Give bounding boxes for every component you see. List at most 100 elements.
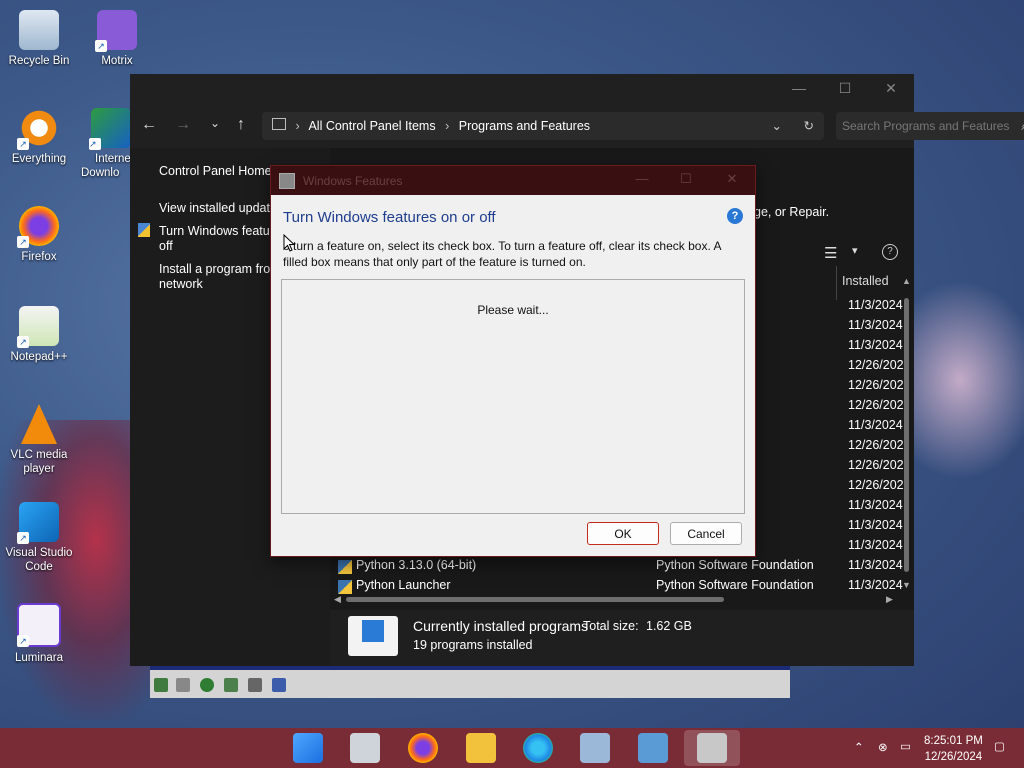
installed-on-column-header[interactable]: Installed <box>842 274 889 288</box>
total-size-value: 1.62 GB <box>646 619 692 633</box>
scroll-down-icon[interactable]: ▼ <box>902 580 911 590</box>
install-from-network-link[interactable]: Install a program fron <box>159 262 277 277</box>
desktop-icon-vscode[interactable]: ↗ Visual Studio Code <box>3 502 75 574</box>
view-dropdown-icon[interactable]: ▾ <box>852 244 858 257</box>
dialog-title: Windows Features <box>303 174 403 188</box>
table-row[interactable]: Python 3.13.0 (64-bit) Python Software Fo… <box>330 558 914 578</box>
desktop-icon-luminara[interactable]: ↗ Luminara <box>3 603 75 665</box>
close-button[interactable]: ✕ <box>876 80 906 97</box>
dialog-description: o turn a feature on, select its check bo… <box>283 239 721 269</box>
breadcrumb-programs-features[interactable]: Programs and Features <box>459 119 590 133</box>
toolbar-grid-icon[interactable] <box>176 678 190 692</box>
loading-text: Please wait... <box>477 303 549 317</box>
turn-windows-features-link-line2[interactable]: off <box>159 239 173 254</box>
vertical-scrollbar-thumb[interactable] <box>904 298 909 572</box>
help-icon[interactable]: ? <box>727 208 743 224</box>
firefox-icon: ↗ <box>17 206 59 248</box>
back-arrow-icon[interactable]: ← <box>138 116 160 134</box>
notifications-icon[interactable]: ▢ <box>994 739 1005 753</box>
network-icon[interactable]: ⊗ <box>878 740 888 754</box>
install-from-network-link-line2[interactable]: network <box>159 277 203 292</box>
minimize-button[interactable]: — <box>784 80 814 96</box>
desktop-icon-everything[interactable]: ↗ Everything <box>3 108 75 166</box>
ok-button[interactable]: OK <box>587 522 659 545</box>
control-panel-taskbar-icon[interactable] <box>580 733 610 763</box>
dialog-minimize-button[interactable]: — <box>627 171 657 186</box>
notepadpp-icon: ↗ <box>17 306 59 348</box>
dialog-titlebar: Windows Features — ☐ ✕ <box>271 166 755 195</box>
toolbar-globe-icon[interactable] <box>200 678 214 692</box>
show-hidden-icons-icon[interactable]: ⌃ <box>854 740 864 754</box>
window-titlebar: — ☐ ✕ <box>130 74 914 104</box>
shield-icon <box>138 223 150 237</box>
view-options-icon[interactable]: ☰ <box>824 244 837 262</box>
toolbar-display-icon[interactable] <box>248 678 262 692</box>
desktop-icon-label: Firefox <box>21 251 57 263</box>
status-title: Currently installed programs <box>413 618 589 634</box>
address-bar[interactable]: › All Control Panel Items › Programs and… <box>262 112 824 140</box>
desktop-icon-label: Luminara <box>15 652 63 664</box>
desktop-icon-recycle-bin[interactable]: Recycle Bin <box>3 10 75 68</box>
desktop-icon-vlc[interactable]: VLC media player <box>3 404 75 476</box>
desktop-icon-label: Motrix <box>101 55 133 67</box>
desktop-icon-motrix[interactable]: ↗ Motrix <box>81 10 153 68</box>
desktop-icon-notepadpp[interactable]: ↗ Notepad++ <box>3 306 75 364</box>
edge-icon[interactable] <box>523 733 553 763</box>
vscode-icon: ↗ <box>17 502 59 544</box>
idm-icon: ↗ <box>89 108 131 150</box>
breadcrumb-separator-icon: › <box>445 119 450 133</box>
toolbar-network-icon[interactable] <box>224 678 238 692</box>
python-icon <box>338 560 352 574</box>
display-icon[interactable]: ▭ <box>900 739 911 753</box>
windows-features-dialog: Windows Features — ☐ ✕ Turn Windows feat… <box>270 165 756 557</box>
maximize-button[interactable]: ☐ <box>830 80 860 97</box>
breadcrumb-separator-icon: › <box>295 119 300 133</box>
status-panel: Currently installed programs Total size:… <box>330 610 914 666</box>
total-size-label: Total size: <box>583 619 639 633</box>
up-arrow-icon[interactable]: ↑ <box>230 116 252 134</box>
firefox-taskbar-icon[interactable] <box>408 733 438 763</box>
everything-icon: ↗ <box>17 108 59 150</box>
feature-tree[interactable]: Please wait... <box>281 279 745 514</box>
control-panel-home-link[interactable]: Control Panel Home <box>159 164 272 179</box>
scroll-up-icon[interactable]: ▲ <box>902 276 911 286</box>
scroll-left-icon[interactable]: ◀ <box>334 594 341 605</box>
remote-app-icon[interactable] <box>638 733 668 763</box>
desktop-icon-label: Visual Studio Code <box>5 547 73 573</box>
clock-time: 8:25:01 PM <box>924 735 983 747</box>
file-explorer-icon[interactable] <box>466 733 496 763</box>
clock[interactable]: 8:25:01 PM 12/26/2024 <box>924 733 983 765</box>
toolbar-settings-icon[interactable] <box>272 678 286 692</box>
breadcrumb-all-items[interactable]: All Control Panel Items <box>308 119 435 133</box>
desktop-icon-label: Notepad++ <box>10 351 68 363</box>
horizontal-scrollbar-thumb[interactable] <box>346 597 724 602</box>
column-divider <box>836 266 837 300</box>
forward-arrow-icon[interactable]: → <box>172 116 194 134</box>
background-app-toolbar <box>150 666 790 698</box>
cancel-button[interactable]: Cancel <box>670 522 742 545</box>
vlc-icon <box>21 404 57 444</box>
search-input[interactable]: Search Programs and Features <box>842 119 1009 133</box>
refresh-icon[interactable]: ↻ <box>804 112 814 140</box>
search-box[interactable]: Search Programs and Features ⌕ <box>836 112 1024 140</box>
recent-dropdown-icon[interactable]: ⌄ <box>204 116 226 130</box>
dialog-heading: Turn Windows features on or off <box>283 209 496 226</box>
help-icon[interactable]: ? <box>882 244 898 260</box>
desktop-icon-firefox[interactable]: ↗ Firefox <box>3 206 75 264</box>
desktop-icon-label: Everything <box>11 153 67 165</box>
address-dropdown-icon[interactable]: ⌄ <box>772 112 782 140</box>
dialog-maximize-button[interactable]: ☐ <box>671 171 701 187</box>
desktop-icon-idm[interactable]: ↗ Interne Downlo <box>81 108 135 180</box>
table-row[interactable]: Python Launcher Python Software Foundatio… <box>330 578 914 598</box>
turn-windows-features-link[interactable]: Turn Windows featur <box>159 224 274 239</box>
navigation-bar: ← → ⌄ ↑ › All Control Panel Items › Prog… <box>130 104 1024 148</box>
windows-features-taskbar-icon[interactable] <box>697 733 727 763</box>
luminara-icon: ↗ <box>17 603 61 647</box>
task-view-icon[interactable] <box>350 733 380 763</box>
dialog-close-button[interactable]: ✕ <box>717 171 747 187</box>
start-button-icon[interactable] <box>293 733 323 763</box>
view-installed-updates-link[interactable]: View installed update <box>159 201 277 216</box>
toolbar-save-icon[interactable] <box>154 678 168 692</box>
recycle-bin-icon <box>19 10 59 50</box>
scroll-right-icon[interactable]: ▶ <box>886 594 893 605</box>
